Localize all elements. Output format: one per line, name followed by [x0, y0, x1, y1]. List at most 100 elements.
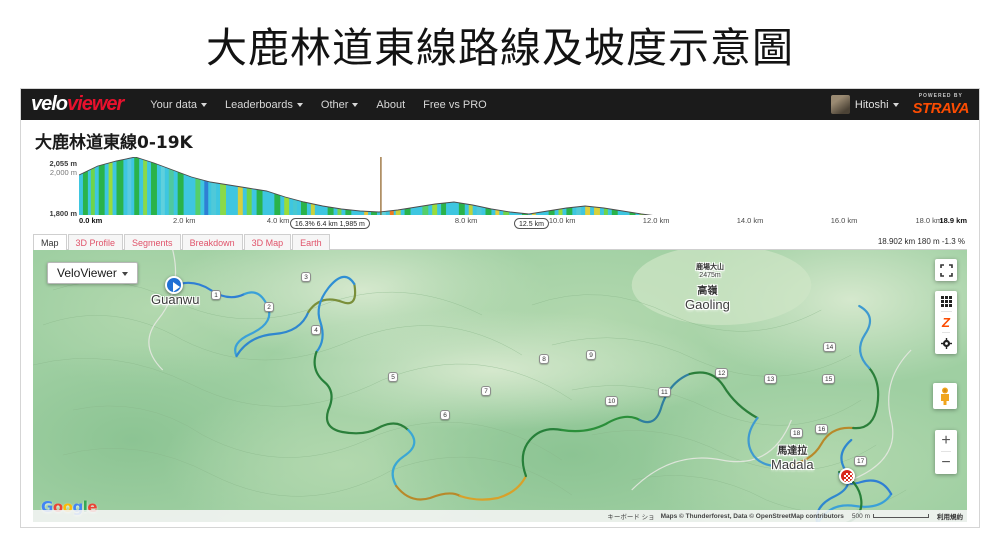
fullscreen-icon[interactable]: [935, 259, 957, 281]
km-marker[interactable]: 11: [658, 387, 671, 397]
veloviewer-map-dropdown-label: VeloViewer: [57, 266, 117, 280]
chevron-down-icon: [296, 102, 303, 107]
chevron-down-icon: [121, 271, 128, 276]
km-marker[interactable]: 10: [605, 396, 619, 406]
nav-label: Your data: [150, 98, 197, 111]
tab-map[interactable]: Map: [33, 234, 67, 250]
tab-3d-profile[interactable]: 3D Profile: [67, 234, 124, 250]
x-label-1: 2.0 km: [172, 216, 196, 225]
nav-menu: Your data Leaderboards Other About Free …: [141, 94, 495, 116]
nav-right-group: Hitoshi POWERED BY STRAVA: [830, 89, 973, 120]
strava-z-glyph: Z: [942, 314, 950, 330]
km-marker[interactable]: 6: [440, 410, 450, 420]
map-attribution: Maps © Thunderforest, Data © OpenStreetM…: [660, 512, 844, 520]
x-label-3: 8.0 km: [454, 216, 478, 225]
strava-wordmark: STRAVA: [912, 99, 970, 117]
nav-item-free-vs-pro[interactable]: Free vs PRO: [414, 94, 496, 116]
nav-item-other[interactable]: Other: [312, 94, 368, 116]
brand-velo: velo: [31, 93, 68, 115]
tab-breakdown[interactable]: Breakdown: [181, 234, 243, 250]
km-marker[interactable]: 7: [481, 386, 491, 396]
user-name-label: Hitoshi: [854, 98, 889, 111]
elevation-profile[interactable]: 2,055 m 2,000 m 1,800 m 0.0 km 2.0 km 4.…: [33, 157, 967, 229]
pegman-icon[interactable]: [933, 383, 957, 409]
y-label-mid: 2,000 m: [49, 168, 77, 177]
profile-plot-area[interactable]: [79, 157, 967, 215]
nav-item-your-data[interactable]: Your data: [141, 94, 216, 116]
start-marker[interactable]: [165, 276, 183, 294]
grid-glyph: [940, 295, 952, 307]
x-label-9: 18.9 km: [939, 216, 967, 225]
profile-gradient-bands: [79, 157, 967, 215]
x-label-7: 16.0 km: [830, 216, 858, 225]
km-marker[interactable]: 15: [822, 374, 836, 384]
fullscreen-glyph: [939, 263, 953, 277]
tab-earth[interactable]: Earth: [292, 234, 330, 250]
x-label-5: 12.0 km: [642, 216, 670, 225]
km-marker[interactable]: 2: [264, 302, 274, 312]
finish-marker[interactable]: [839, 468, 855, 484]
map-attribution-bar: キーボード ショ Maps © Thunderforest, Data © Op…: [33, 510, 967, 522]
avatar[interactable]: [830, 95, 850, 114]
profile-tooltip-gradient: 16.3% 6.4 km 1,985 m: [289, 218, 370, 229]
chevron-down-icon: [352, 102, 359, 107]
km-marker[interactable]: 12: [715, 368, 729, 378]
scale-bar: [873, 514, 929, 518]
nav-label: Leaderboards: [225, 98, 293, 111]
zoom-in-button[interactable]: +: [941, 430, 951, 452]
nav-label: Other: [320, 98, 349, 111]
veloviewer-screenshot: velo viewer Your data Leaderboards Other …: [20, 88, 980, 528]
km-marker[interactable]: 8: [539, 354, 549, 364]
km-marker[interactable]: 3: [301, 272, 311, 282]
brand-viewer: viewer: [67, 93, 124, 115]
km-marker[interactable]: 18: [790, 428, 804, 438]
tab-3d-map[interactable]: 3D Map: [243, 234, 292, 250]
chevron-down-icon: [892, 102, 899, 107]
grid-icon[interactable]: [940, 291, 952, 312]
km-marker[interactable]: 13: [764, 374, 778, 384]
pegman-glyph: [941, 387, 949, 405]
km-marker[interactable]: 4: [311, 325, 321, 335]
view-tabs-row: Map 3D Profile Segments Breakdown 3D Map…: [33, 231, 967, 250]
x-label-6: 14.0 km: [736, 216, 764, 225]
powered-by-strava[interactable]: POWERED BY STRAVA: [912, 92, 970, 117]
terms-link[interactable]: 利用規約: [937, 511, 963, 521]
keyboard-shortcuts-link[interactable]: キーボード ショ: [607, 511, 654, 521]
profile-y-axis: 2,055 m 2,000 m 1,800 m: [33, 157, 79, 229]
km-marker[interactable]: 16: [815, 424, 829, 434]
powered-by-label: POWERED BY: [918, 92, 963, 99]
nav-item-about[interactable]: About: [367, 94, 414, 116]
route-stats: 18.902 km 180 m -1.3 %: [877, 237, 965, 246]
gear-icon[interactable]: [940, 333, 952, 354]
top-navbar: velo viewer Your data Leaderboards Other …: [21, 89, 979, 120]
view-tabs: Map 3D Profile Segments Breakdown 3D Map…: [33, 231, 967, 250]
scale-label: 500 m: [851, 512, 870, 520]
tab-segments[interactable]: Segments: [124, 234, 181, 250]
x-label-2: 4.0 km: [266, 216, 290, 225]
map-canvas[interactable]: VeloViewer Guanwu 高嶺 Gaoling 馬達拉 Madala …: [33, 250, 967, 522]
profile-tooltip-distance: 12.5 km: [514, 218, 549, 229]
profile-svg: [79, 157, 967, 215]
map-tool-stack: Z: [935, 291, 957, 354]
km-marker[interactable]: 1: [211, 290, 221, 300]
zoom-controls: + −: [935, 430, 957, 474]
gear-glyph: [940, 338, 952, 349]
chevron-down-icon: [201, 102, 207, 107]
activity-title: 大鹿林道東線0-19K: [35, 133, 193, 153]
x-label-8: 18.0 km: [915, 216, 943, 225]
km-marker[interactable]: 5: [388, 372, 398, 382]
zoom-out-button[interactable]: −: [941, 452, 950, 474]
strava-icon[interactable]: Z: [942, 312, 950, 333]
km-marker[interactable]: 17: [854, 456, 868, 466]
page-title: 大鹿林道東線路線及坡度示意圖: [206, 24, 794, 72]
nav-item-leaderboards[interactable]: Leaderboards: [216, 94, 312, 116]
km-marker[interactable]: 9: [586, 350, 596, 360]
y-label-min: 1,800 m: [49, 209, 77, 218]
veloviewer-logo[interactable]: velo viewer: [31, 93, 124, 116]
user-menu[interactable]: Hitoshi: [855, 99, 899, 111]
x-label-4: 10.0 km: [548, 216, 576, 225]
veloviewer-map-dropdown[interactable]: VeloViewer: [47, 262, 138, 284]
km-marker[interactable]: 14: [823, 342, 837, 352]
y-label-max: 2,055 m: [49, 159, 77, 168]
x-label-0: 0.0 km: [79, 216, 103, 225]
